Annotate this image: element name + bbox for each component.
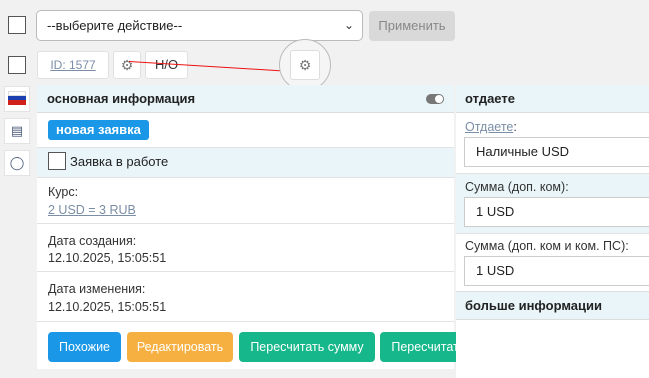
comment-button[interactable]: ▤ <box>4 118 30 144</box>
collapse-toggle[interactable] <box>426 94 444 104</box>
sum-ps-value: 1 USD <box>476 263 515 278</box>
in-work-label: Заявка в работе <box>70 154 169 169</box>
new-status-gear-button[interactable]: ⚙ <box>113 51 141 79</box>
give-header: отдаете <box>456 85 649 113</box>
apply-button[interactable]: Применить <box>369 11 455 41</box>
modified-row: Дата изменения: 12.10.2025, 15:05:51 <box>37 271 454 321</box>
created-value: 12.10.2025, 15:05:51 <box>48 251 167 265</box>
main-info-title: основная информация <box>47 91 196 106</box>
sum-ps-section: Сумма (доп. ком и ком. ПС): 1 USD <box>456 233 649 291</box>
modified-value: 12.10.2025, 15:05:51 <box>48 300 167 314</box>
more-info-header: больше информации <box>456 291 649 320</box>
sum-field[interactable]: 1 USD <box>464 197 649 227</box>
rate-label: Курс: <box>48 185 79 199</box>
action-select-value: --выберите действие-- <box>47 18 183 33</box>
modified-label: Дата изменения: <box>48 282 146 296</box>
sum-section: Сумма (доп. ком): 1 USD <box>456 173 649 233</box>
main-info-panel: основная информация новая заявка Заявка … <box>37 85 505 369</box>
similar-button[interactable]: Похожие <box>48 332 121 362</box>
magnifier-circle: ⚙ <box>279 39 331 91</box>
record-id-chip[interactable]: ID: 1577 <box>37 51 109 79</box>
sum-ps-field[interactable]: 1 USD <box>464 256 649 286</box>
give-panel: отдаете Отдаете: Наличные USD Сумма (доп… <box>456 85 649 378</box>
new-gear-icon: ⚙ <box>120 57 134 73</box>
sum-ps-label: Сумма (доп. ком и ком. ПС): <box>465 239 629 253</box>
flag-icon <box>8 91 26 105</box>
magnified-gear-icon: ⚙ <box>290 50 320 80</box>
select-all-checkbox[interactable] <box>8 16 26 34</box>
give-link[interactable]: Отдаете <box>465 120 513 134</box>
give-field-section: Отдаете: Наличные USD <box>456 113 649 173</box>
give-title: отдаете <box>465 91 515 106</box>
created-row: Дата создания: 12.10.2025, 15:05:51 <box>37 223 454 271</box>
chat-icon: ◯ <box>9 155 25 170</box>
action-select[interactable]: --выберите действие-- ⌄ <box>36 10 363 41</box>
more-info-title: больше информации <box>465 298 602 313</box>
record-id-link[interactable]: ID: 1577 <box>50 58 95 72</box>
chat-button[interactable]: ◯ <box>4 150 30 176</box>
sum-label: Сумма (доп. ком): <box>465 180 569 194</box>
main-info-header: основная информация <box>37 85 454 113</box>
row-checkbox[interactable] <box>8 56 26 74</box>
rate-row: Курс: 2 USD = 3 RUB <box>37 177 454 223</box>
sum-value: 1 USD <box>476 204 515 219</box>
give-currency-value: Наличные USD <box>476 144 570 159</box>
rate-value-link[interactable]: 2 USD = 3 RUB <box>48 203 136 217</box>
give-currency-field[interactable]: Наличные USD <box>464 137 649 167</box>
give-colon: : <box>513 120 517 134</box>
edit-button[interactable]: Редактировать <box>127 332 233 362</box>
comment-icon: ▤ <box>10 123 24 138</box>
chevron-down-icon: ⌄ <box>343 18 354 32</box>
created-label: Дата создания: <box>48 234 137 248</box>
in-work-row: Заявка в работе <box>37 147 454 177</box>
in-work-checkbox[interactable] <box>48 152 66 170</box>
recalc-sum-button[interactable]: Пересчитать сумму <box>239 332 375 362</box>
status-badge: новая заявка <box>48 120 149 140</box>
